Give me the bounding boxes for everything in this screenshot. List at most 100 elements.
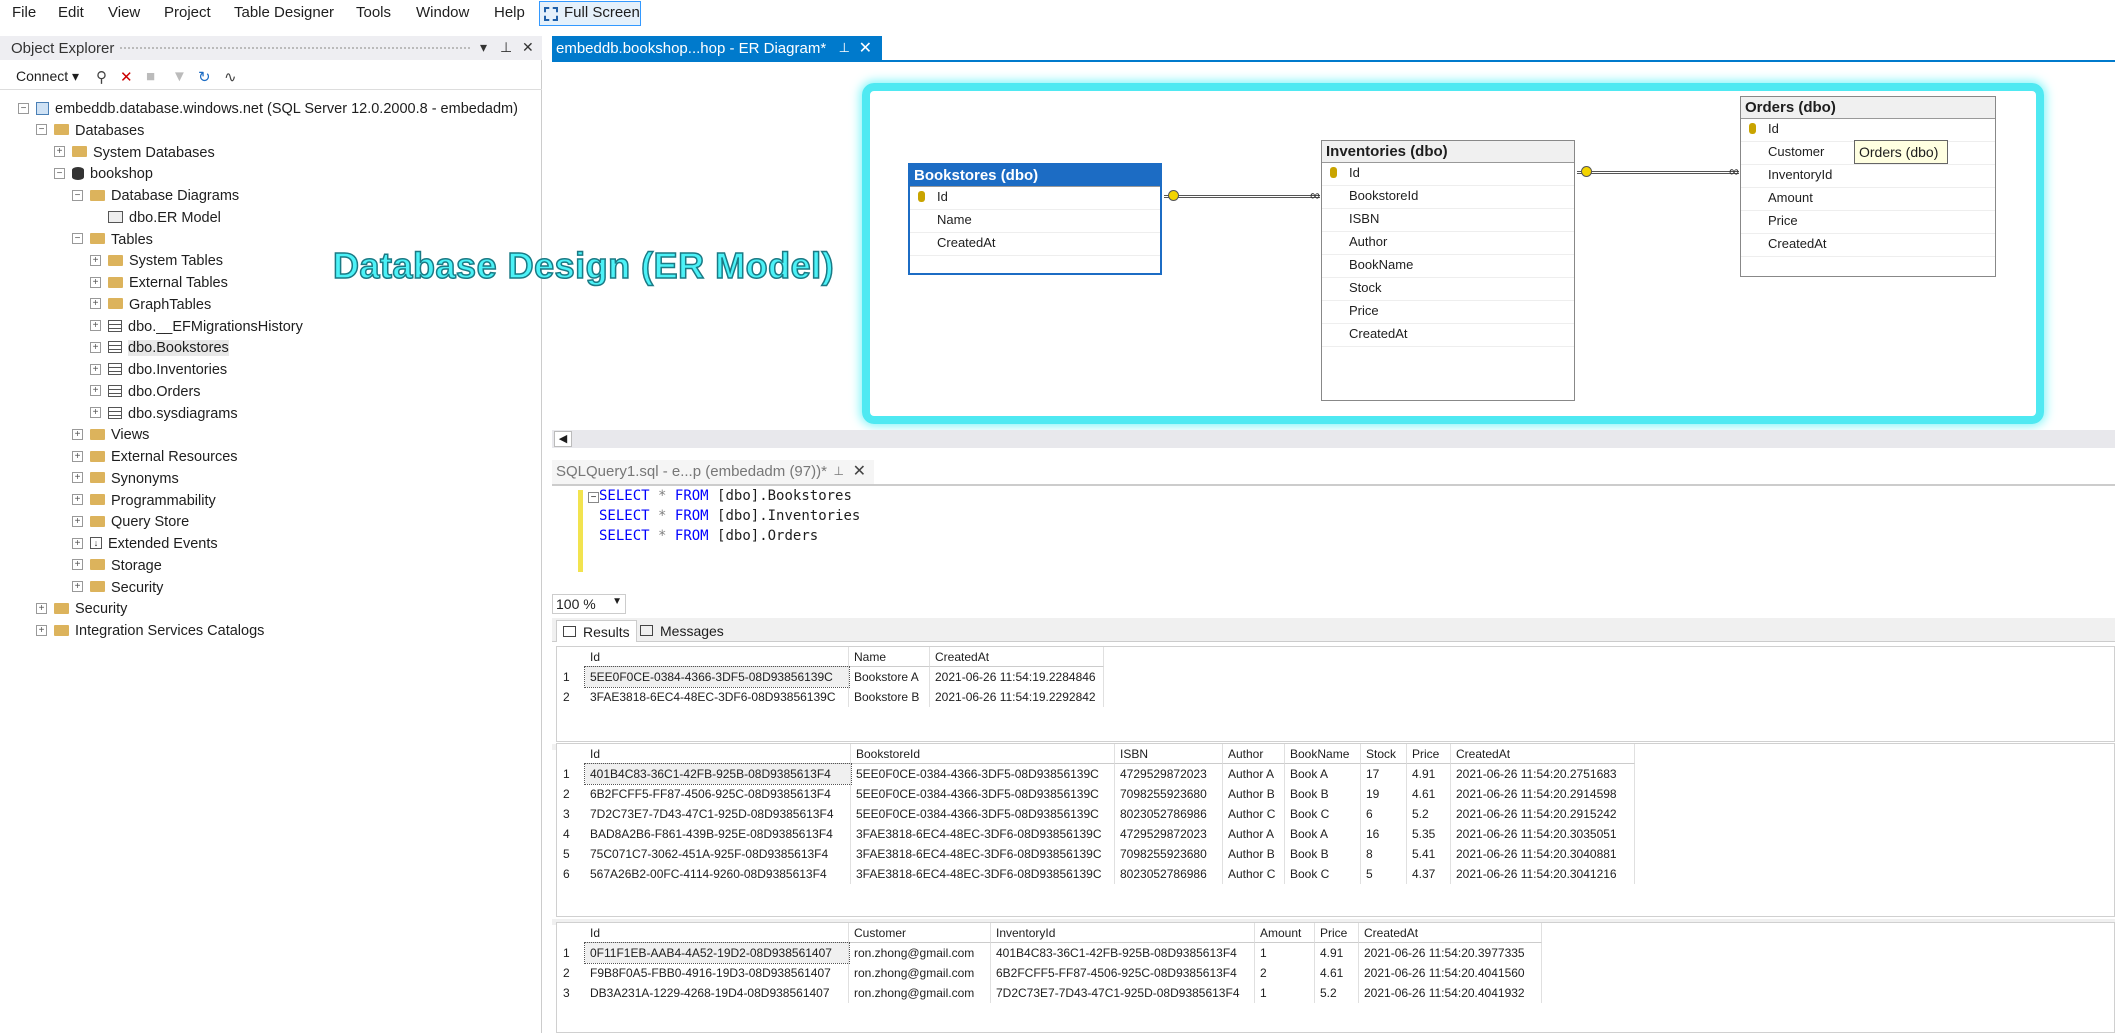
relationship-inventories-orders[interactable]: ∞ [1577, 164, 1739, 178]
menu-file[interactable]: File [12, 4, 36, 21]
tree-node[interactable]: + External Resources [72, 446, 238, 468]
grid-cell[interactable]: 4.91 [1315, 943, 1359, 963]
close-icon[interactable]: ✕ [522, 39, 534, 56]
grid-cell[interactable]: Book B [1285, 844, 1361, 864]
row-number[interactable]: 1 [557, 943, 585, 963]
expand-icon[interactable]: + [90, 298, 101, 310]
grid-cell[interactable]: 401B4C83-36C1-42FB-925B-08D9385613F4 [991, 943, 1255, 963]
er-table-orders[interactable]: Orders (dbo) Id Customer InventoryId Amo… [1740, 96, 1996, 277]
grid-cell[interactable]: 5EE0F0CE-0384-4366-3DF5-08D93856139C [851, 764, 1115, 784]
grid-cell[interactable]: 7D2C73E7-7D43-47C1-925D-08D9385613F4 [585, 804, 851, 824]
tree-node[interactable]: − bookshop [54, 163, 153, 185]
grid-column-header[interactable]: Id [585, 647, 849, 667]
tree-node[interactable]: + dbo.Orders [90, 381, 201, 403]
tree-node[interactable]: + Storage [72, 555, 162, 577]
tree-node[interactable]: + External Tables [90, 272, 228, 294]
collapse-icon[interactable]: − [54, 167, 65, 179]
grid-cell[interactable]: 75C071C7-3062-451A-925F-08D9385613F4 [585, 844, 851, 864]
collapse-icon[interactable]: − [72, 189, 83, 201]
grid-cell[interactable]: 7D2C73E7-7D43-47C1-925D-08D9385613F4 [991, 983, 1255, 1003]
tree-node[interactable]: + Programmability [72, 490, 216, 512]
grid-column-header[interactable]: Id [585, 923, 849, 943]
tab-messages[interactable]: Messages [634, 620, 730, 642]
expand-icon[interactable]: + [72, 537, 83, 549]
grid-column-header[interactable]: ISBN [1115, 744, 1223, 764]
row-number[interactable]: 4 [557, 824, 585, 844]
full-screen-button[interactable]: Full Screen [539, 1, 641, 26]
grid-cell[interactable]: 3FAE3818-6EC4-48EC-3DF6-08D93856139C [851, 844, 1115, 864]
result-grid-bookstores[interactable]: Id Name CreatedAt 1 5EE0F0CE-0384-4366-3DF5-… [556, 646, 2115, 742]
tree-node[interactable]: dbo.ER Model [90, 207, 221, 229]
grid-cell[interactable]: 8023052786986 [1115, 804, 1223, 824]
grid-cell[interactable]: 2021-06-26 11:54:19.2292842 [930, 687, 1104, 707]
row-number[interactable]: 6 [557, 864, 585, 884]
grid-cell[interactable]: 2021-06-26 11:54:20.3041216 [1451, 864, 1635, 884]
grid-column-header[interactable]: BookName [1285, 744, 1361, 764]
tree-node[interactable]: + dbo.Bookstores [90, 337, 229, 359]
er-table-inventories[interactable]: Inventories (dbo) Id BookstoreId ISBN Au… [1321, 140, 1575, 401]
grid-column-header[interactable]: Stock [1361, 744, 1407, 764]
connect-plug-icon[interactable]: ⚲ [96, 68, 107, 86]
tab-results[interactable]: Results [556, 620, 637, 642]
grid-cell[interactable]: 2 [1255, 963, 1315, 983]
tree-node[interactable]: + System Databases [54, 142, 215, 164]
collapse-icon[interactable]: − [588, 492, 599, 503]
grid-cell[interactable]: 5.41 [1407, 844, 1451, 864]
row-number[interactable]: 3 [557, 804, 585, 824]
expand-icon[interactable]: + [90, 341, 101, 353]
grid-cell[interactable]: 3FAE3818-6EC4-48EC-3DF6-08D93856139C [851, 824, 1115, 844]
row-number[interactable]: 1 [557, 667, 585, 687]
tree-node[interactable]: + dbo.Inventories [90, 359, 227, 381]
tree-node[interactable]: + Query Store [72, 511, 189, 533]
tree-node[interactable]: + Integration Services Catalogs [36, 620, 264, 642]
menu-window[interactable]: Window [416, 4, 469, 21]
grid-cell[interactable]: 2021-06-26 11:54:20.4041560 [1359, 963, 1542, 983]
expand-icon[interactable]: + [90, 407, 101, 419]
tab-er-diagram[interactable]: embeddb.bookshop...hop - ER Diagram* ⊥ ✕ [552, 36, 882, 62]
expand-icon[interactable]: + [36, 602, 47, 614]
grid-cell[interactable]: 5EE0F0CE-0384-4366-3DF5-08D93856139C [851, 784, 1115, 804]
panel-menu-icon[interactable]: ▾ [480, 39, 487, 56]
menu-edit[interactable]: Edit [58, 4, 84, 21]
grid-cell[interactable]: 5.2 [1315, 983, 1359, 1003]
tree-node[interactable]: − Database Diagrams [72, 185, 239, 207]
tree-node[interactable]: − embeddb.database.windows.net (SQL Serve… [18, 98, 518, 120]
grid-cell[interactable]: 4729529872023 [1115, 824, 1223, 844]
grid-cell[interactable]: 401B4C83-36C1-42FB-925B-08D9385613F4 [584, 763, 852, 785]
expand-icon[interactable]: + [90, 254, 101, 266]
grid-cell[interactable]: Book C [1285, 804, 1361, 824]
grid-cell[interactable]: ron.zhong@gmail.com [849, 963, 991, 983]
grid-cell[interactable]: Author B [1223, 844, 1285, 864]
connect-button[interactable]: Connect ▾ [16, 68, 79, 85]
expand-icon[interactable]: + [90, 363, 101, 375]
expand-icon[interactable]: + [72, 428, 83, 440]
tree-node[interactable]: + GraphTables [90, 294, 211, 316]
collapse-icon[interactable]: − [36, 124, 47, 136]
grid-cell[interactable]: 2021-06-26 11:54:19.2284846 [930, 667, 1104, 687]
zoom-select[interactable]: 100 % ▼ [552, 594, 626, 614]
grid-column-header[interactable]: CreatedAt [1451, 744, 1635, 764]
grid-cell[interactable]: ron.zhong@gmail.com [849, 983, 991, 1003]
grid-cell[interactable]: Author A [1223, 824, 1285, 844]
er-table-bookstores[interactable]: Bookstores (dbo) Id Name CreatedAt [908, 163, 1162, 275]
row-number[interactable]: 2 [557, 687, 585, 707]
grid-cell[interactable]: 19 [1361, 784, 1407, 804]
grid-column-header[interactable]: Price [1407, 744, 1451, 764]
menu-table-designer[interactable]: Table Designer [234, 4, 334, 21]
filter-icon[interactable]: ▼ [172, 68, 187, 85]
expand-icon[interactable]: + [72, 450, 83, 462]
grid-cell[interactable]: 5.35 [1407, 824, 1451, 844]
expand-icon[interactable]: + [90, 320, 101, 332]
refresh-icon[interactable]: ↻ [198, 68, 211, 86]
grid-cell[interactable]: 8023052786986 [1115, 864, 1223, 884]
grid-column-header[interactable]: Name [849, 647, 930, 667]
grid-cell[interactable]: 6B2FCFF5-FF87-4506-925C-08D9385613F4 [585, 784, 851, 804]
grid-cell[interactable]: 4.61 [1407, 784, 1451, 804]
grid-cell[interactable]: Author A [1223, 764, 1285, 784]
tree-node[interactable]: − Databases [36, 120, 144, 142]
grid-cell[interactable]: 2021-06-26 11:54:20.3977335 [1359, 943, 1542, 963]
expand-icon[interactable]: + [72, 515, 83, 527]
menu-help[interactable]: Help [494, 4, 525, 21]
menu-tools[interactable]: Tools [356, 4, 391, 21]
result-grid-orders[interactable]: Id Customer InventoryId Amount Price CreatedA… [556, 922, 2115, 1033]
